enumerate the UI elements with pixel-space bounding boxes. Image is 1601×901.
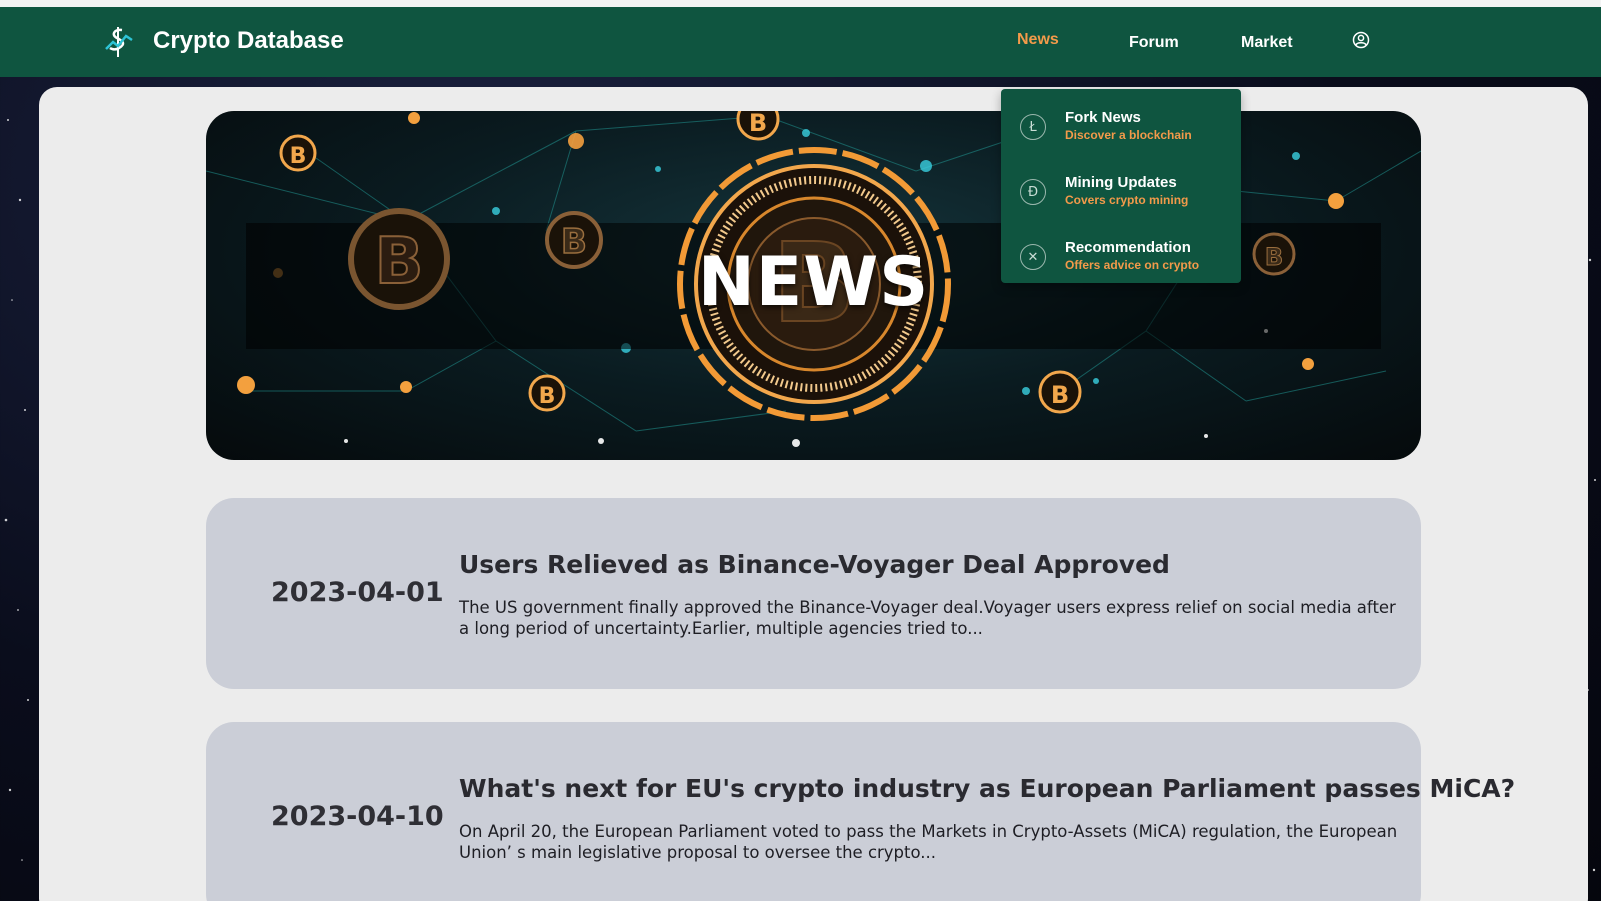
news-title[interactable]: What's next for EU's crypto industry as … xyxy=(459,774,1515,803)
news-dropdown-menu: Ł Fork News Discover a blockchain Đ Mini… xyxy=(1001,89,1241,283)
dropdown-item-mining-updates[interactable]: Đ Mining Updates Covers crypto mining xyxy=(1001,158,1241,222)
bitcoin-coin-icon: B xyxy=(279,134,317,172)
dropdown-item-recommendation[interactable]: ✕ Recommendation Offers advice on crypto xyxy=(1001,223,1241,287)
dropdown-item-title: Mining Updates xyxy=(1065,174,1177,191)
svg-text:B: B xyxy=(749,111,767,137)
nav-news[interactable]: News xyxy=(1017,31,1059,49)
bitcoin-coin-icon: B xyxy=(736,111,780,141)
dropdown-item-subtitle: Discover a blockchain xyxy=(1065,128,1192,142)
bitcoin-coin-icon: B xyxy=(528,374,566,412)
site-header: Crypto Database News Forum Market xyxy=(0,7,1601,77)
brand-name[interactable]: Crypto Database xyxy=(153,27,344,55)
ripple-icon: ✕ xyxy=(1020,244,1046,270)
svg-text:B: B xyxy=(1051,381,1069,409)
dropdown-item-subtitle: Covers crypto mining xyxy=(1065,193,1189,207)
brand-logo-icon[interactable] xyxy=(102,25,136,59)
news-card[interactable]: 2023-04-10 What's next for EU's crypto i… xyxy=(206,722,1515,901)
nav-market[interactable]: Market xyxy=(1241,34,1293,52)
news-excerpt: On April 20, the European Parliament vot… xyxy=(459,822,1398,862)
bitcoin-coin-icon: B xyxy=(1038,370,1082,414)
dropdown-item-title: Fork News xyxy=(1065,109,1141,126)
dash-icon: Đ xyxy=(1020,179,1046,205)
news-date: 2023-04-10 xyxy=(271,801,444,832)
svg-text:B: B xyxy=(290,144,307,169)
news-excerpt: The US government finally approved the B… xyxy=(459,598,1396,638)
news-date: 2023-04-01 xyxy=(271,577,444,608)
top-strip xyxy=(0,0,1601,7)
dropdown-item-fork-news[interactable]: Ł Fork News Discover a blockchain xyxy=(1001,93,1241,157)
svg-text:B: B xyxy=(539,384,556,409)
news-title[interactable]: Users Relieved as Binance-Voyager Deal A… xyxy=(459,550,1170,579)
user-account-icon[interactable] xyxy=(1352,31,1370,49)
dropdown-item-title: Recommendation xyxy=(1065,239,1191,256)
litecoin-icon: Ł xyxy=(1020,114,1046,140)
dropdown-item-subtitle: Offers advice on crypto xyxy=(1065,258,1200,272)
nav-forum[interactable]: Forum xyxy=(1129,34,1179,52)
news-card[interactable]: 2023-04-01 Users Relieved as Binance-Voy… xyxy=(206,498,1421,689)
